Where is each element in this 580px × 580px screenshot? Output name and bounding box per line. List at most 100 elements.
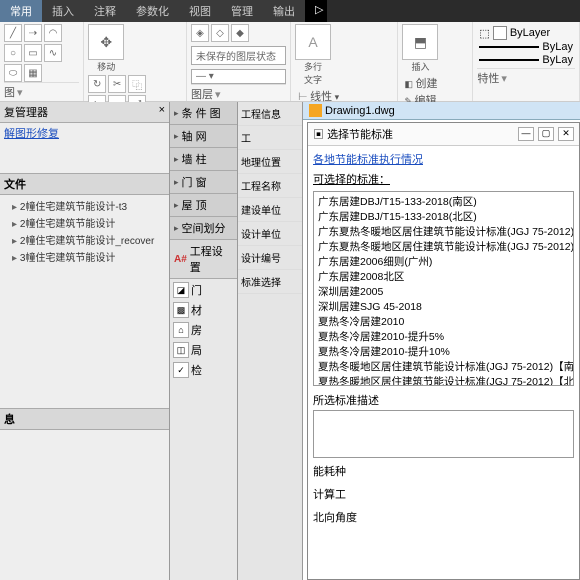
spline-icon[interactable]: ∿ — [44, 44, 62, 62]
standards-listbox[interactable]: 广东居建DBJ/T15-133-2018(南区) 广东居建DBJ/T15-133… — [313, 191, 574, 386]
calc-label: 计算工 — [313, 486, 574, 502]
selectable-label: 可选择的标准： — [313, 171, 574, 187]
side-room[interactable]: ⌂房 — [172, 321, 235, 339]
multiline-label: 多行 — [304, 60, 322, 73]
proj-standard[interactable]: 标准选择 — [238, 270, 302, 294]
insert-icon[interactable]: ⬒ — [402, 24, 438, 60]
file-item[interactable]: 2幢住宅建筑节能设计-t3 — [0, 197, 169, 214]
circle-icon[interactable]: ○ — [4, 44, 22, 62]
std-item[interactable]: 广东居建DBJ/T15-133-2018(南区) — [316, 194, 571, 209]
draw-group-label[interactable]: 图▾ — [4, 82, 79, 100]
files-section: 文件 — [0, 173, 169, 195]
left-panel: 复管理器× 解图形修复 文件 2幢住宅建筑节能设计-t3 2幢住宅建筑节能设计 … — [0, 102, 170, 580]
dwg-icon — [309, 104, 322, 117]
move-icon[interactable]: ✥ — [88, 24, 124, 60]
tab-view[interactable]: 视图 — [179, 0, 221, 22]
standards-link[interactable]: 各地节能标准执行情况 — [313, 151, 574, 167]
recovery-manager-title: 复管理器× — [0, 102, 169, 123]
std-item[interactable]: 夏热冬冷居建2010-提升5% — [316, 329, 571, 344]
proj-number[interactable]: 设计编号 — [238, 246, 302, 270]
side-local[interactable]: ◫局 — [172, 341, 235, 359]
acc-wall[interactable]: 墙 柱 — [170, 148, 237, 171]
side-material[interactable]: ▩材 — [172, 301, 235, 319]
ribbon-tabs: 常用 插入 注释 参数化 视图 管理 输出 ▷ — [0, 0, 580, 22]
tab-output[interactable]: 输出 — [263, 0, 305, 22]
tab-common[interactable]: 常用 — [0, 0, 42, 22]
tab-insert[interactable]: 插入 — [42, 0, 84, 22]
hatch-icon[interactable]: ▦ — [24, 64, 42, 82]
acc-axis[interactable]: 轴 网 — [170, 125, 237, 148]
tab-param[interactable]: 参数化 — [126, 0, 179, 22]
layer2-icon[interactable]: ◇ — [211, 24, 229, 42]
layer-icon[interactable]: ◈ — [191, 24, 209, 42]
tab-manage[interactable]: 管理 — [221, 0, 263, 22]
arc-icon[interactable]: ◠ — [44, 24, 62, 42]
side-door[interactable]: ◪门 — [172, 281, 235, 299]
rotate-icon[interactable]: ↻ — [88, 75, 106, 93]
polyline-icon[interactable]: ⇢ — [24, 24, 42, 42]
proj-designer[interactable]: 设计单位 — [238, 222, 302, 246]
energy-label: 能耗种 — [313, 463, 574, 479]
std-item[interactable]: 夏热冬暖地区居住建筑节能设计标准(JGJ 75-2012)【南区】 — [316, 359, 571, 374]
project-panel: 工程信息 工 地理位置 工程名称 建设单位 设计单位 设计编号 标准选择 — [238, 102, 303, 580]
side-check[interactable]: ✓检 — [172, 361, 235, 379]
tool-settings[interactable]: A#工程设置 — [170, 240, 237, 279]
ellipse-icon[interactable]: ⬭ — [4, 64, 22, 82]
std-item[interactable]: 广东夏热冬暖地区居住建筑节能设计标准(JGJ 75-2012)【北区】 — [316, 239, 571, 254]
rect-icon[interactable]: ▭ — [24, 44, 42, 62]
proj-builder[interactable]: 建设单位 — [238, 198, 302, 222]
layer-group-label[interactable]: 图层▾ — [191, 84, 286, 102]
close-icon[interactable]: × — [159, 104, 165, 120]
text-label: 文字 — [304, 73, 322, 86]
file-item[interactable]: 2幢住宅建筑节能设计_recover — [0, 231, 169, 248]
north-label: 北向角度 — [313, 509, 574, 525]
proj-info[interactable]: 工程信息 — [238, 102, 302, 126]
line-icon[interactable]: ╱ — [4, 24, 22, 42]
std-item[interactable]: 广东夏热冬暖地区居住建筑节能设计标准(JGJ 75-2012)【南区】 — [316, 224, 571, 239]
description-box — [313, 410, 574, 458]
file-tab[interactable]: Drawing1.dwg — [303, 102, 580, 120]
proj-work[interactable]: 工 — [238, 126, 302, 150]
std-item[interactable]: 广东居建DBJ/T15-133-2018(北区) — [316, 209, 571, 224]
acc-roof[interactable]: 屋 顶 — [170, 194, 237, 217]
trim-icon[interactable]: ✂ — [108, 75, 126, 93]
insert-label: 插入 — [411, 60, 429, 73]
maximize-icon[interactable]: ▢ — [538, 127, 554, 141]
color-dropdown[interactable]: ⬚ByLayer — [479, 26, 573, 40]
line-dropdown[interactable]: ByLay — [479, 41, 573, 53]
file-item[interactable]: 2幢住宅建筑节能设计 — [0, 214, 169, 231]
dialog-title: ▣ 选择节能标准 — [313, 126, 393, 142]
layer3-icon[interactable]: ◆ — [231, 24, 249, 42]
proj-location[interactable]: 地理位置 — [238, 150, 302, 174]
tab-annotate[interactable]: 注释 — [84, 0, 126, 22]
acc-door[interactable]: 门 窗 — [170, 171, 237, 194]
std-item[interactable]: 夏热冬冷居建2010 — [316, 314, 571, 329]
text-icon[interactable]: A — [295, 24, 331, 60]
std-item[interactable]: 夏热冬暖地区居住建筑节能设计标准(JGJ 75-2012)【北区】 — [316, 374, 571, 386]
minimize-icon[interactable]: — — [518, 127, 534, 141]
prop-group-label[interactable]: 特性▾ — [477, 68, 575, 86]
info-section: 息 — [0, 408, 169, 430]
std-item[interactable]: 深圳居建SJG 45-2018 — [316, 299, 571, 314]
layer-dropdown[interactable]: — ▾ — [191, 69, 286, 84]
accordion-panel: 条 件 图 轴 网 墙 柱 门 窗 屋 顶 空间划分 A#工程设置 ◪门 ▩材 … — [170, 102, 238, 580]
proj-name[interactable]: 工程名称 — [238, 174, 302, 198]
ribbon: ╱ ⇢ ◠ ○ ▭ ∿ ⬭ ▦ 图▾ ✥ 移动 ↻ ✂ ⿻ ⇋ ⌐ ⤢ ⊞ — [0, 22, 580, 102]
close-icon[interactable]: ✕ — [558, 127, 574, 141]
copy-icon[interactable]: ⿻ — [128, 75, 146, 93]
std-item[interactable]: 夏热冬冷居建2010-提升10% — [316, 344, 571, 359]
tab-play-icon[interactable]: ▷ — [305, 0, 327, 22]
std-item[interactable]: 广东居建2006细则(广州) — [316, 254, 571, 269]
description-label: 所选标准描述 — [313, 392, 574, 408]
create-button[interactable]: ◧ 创建 — [404, 75, 466, 91]
layer-state-dropdown[interactable]: 未保存的图层状态 — [191, 46, 286, 65]
std-item[interactable]: 深圳居建2005 — [316, 284, 571, 299]
std-item[interactable]: 广东居建2008北区 — [316, 269, 571, 284]
weight-dropdown[interactable]: ByLay — [479, 54, 573, 66]
acc-condition[interactable]: 条 件 图 — [170, 102, 237, 125]
drawing-area: Drawing1.dwg ▣ 选择节能标准 — ▢ ✕ 各地节能标准执行情况 可… — [303, 102, 580, 580]
repair-link[interactable]: 解图形修复 — [0, 123, 169, 143]
file-item[interactable]: 3幢住宅建筑节能设计 — [0, 248, 169, 265]
acc-space[interactable]: 空间划分 — [170, 217, 237, 240]
layers-icon: ⬚ — [479, 27, 489, 40]
